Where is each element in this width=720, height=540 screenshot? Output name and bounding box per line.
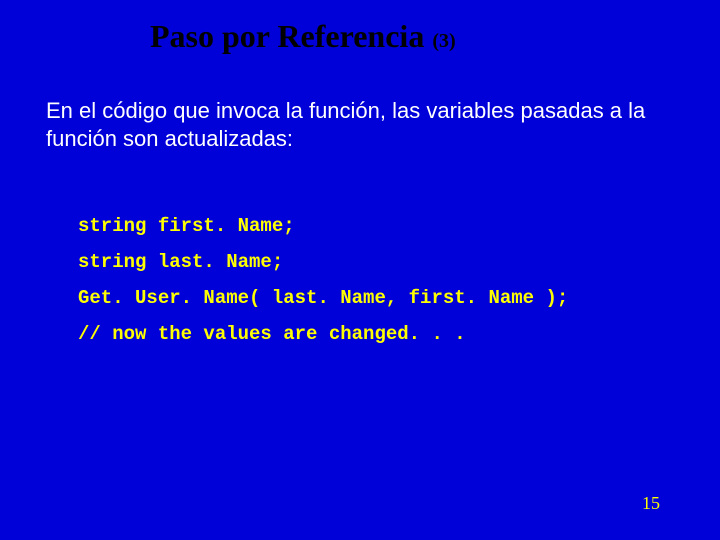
code-line-4: // now the values are changed. . . xyxy=(78,323,568,345)
code-line-1: string first. Name; xyxy=(78,215,568,237)
code-line-2: string last. Name; xyxy=(78,251,568,273)
slide-title: Paso por Referencia (3) xyxy=(150,18,456,55)
body-text: En el código que invoca la función, las … xyxy=(46,97,666,152)
code-block: string first. Name; string last. Name; G… xyxy=(78,215,568,359)
page-number: 15 xyxy=(642,493,660,514)
title-main: Paso por Referencia xyxy=(150,18,432,54)
code-line-3: Get. User. Name( last. Name, first. Name… xyxy=(78,287,568,309)
slide: Paso por Referencia (3) En el código que… xyxy=(0,0,720,540)
title-sub: (3) xyxy=(432,30,455,52)
